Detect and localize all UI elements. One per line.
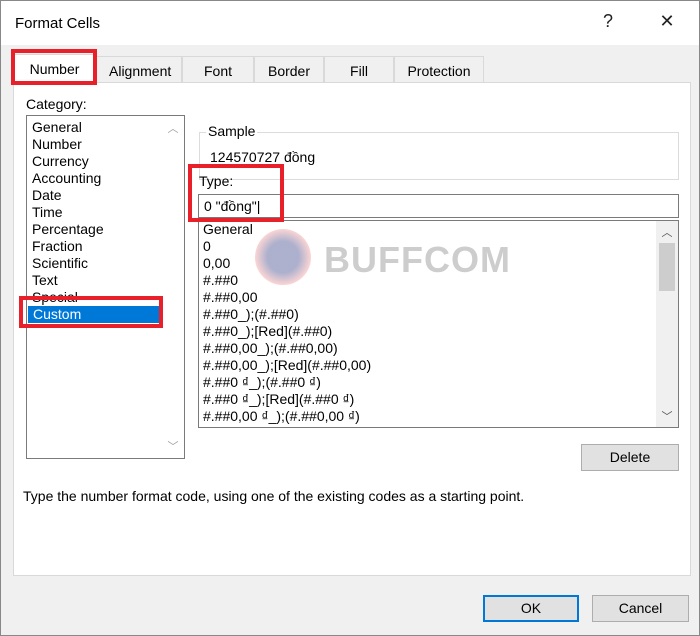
format-code-item[interactable]: #.##0,00 — [199, 289, 678, 306]
scroll-up-icon[interactable]: ︿ — [162, 120, 184, 136]
number-tab-panel: Category: General Number Currency Accountin… — [13, 82, 691, 576]
scroll-up-icon[interactable]: ︿ — [656, 224, 678, 240]
tab-alignment[interactable]: Alignment — [96, 56, 182, 82]
category-scrollbar[interactable]: ︿ ﹀ — [162, 116, 184, 458]
category-item-fraction[interactable]: Fraction — [27, 238, 184, 255]
category-item-general[interactable]: General — [27, 119, 184, 136]
category-item-accounting[interactable]: Accounting — [27, 170, 184, 187]
scroll-down-icon[interactable]: ﹀ — [656, 408, 678, 424]
dialog-title: Format Cells — [15, 15, 101, 32]
category-item-number[interactable]: Number — [27, 136, 184, 153]
category-item-scientific[interactable]: Scientific — [27, 255, 184, 272]
category-label: Category: — [26, 96, 87, 112]
sample-value: 124570727 đồng — [210, 149, 316, 165]
tab-border[interactable]: Border — [254, 56, 324, 82]
watermark-logo-icon — [255, 229, 311, 285]
tab-font[interactable]: Font — [182, 56, 254, 82]
format-code-item[interactable]: #.##0_);[Red](#.##0) — [199, 323, 678, 340]
format-code-item[interactable]: #.##0 ₫_);[Red](#.##0 ₫) — [199, 391, 678, 408]
format-scrollbar[interactable]: ︿ ﹀ — [656, 221, 678, 427]
title-bar: Format Cells ? ✕ — [1, 1, 699, 45]
ok-button[interactable]: OK — [483, 595, 579, 622]
highlight-number-tab — [11, 49, 97, 85]
category-item-percentage[interactable]: Percentage — [27, 221, 184, 238]
format-cells-dialog: Format Cells ? ✕ Number Alignment Font B… — [0, 0, 700, 636]
tab-fill[interactable]: Fill — [324, 56, 394, 82]
category-item-text[interactable]: Text — [27, 272, 184, 289]
scroll-thumb[interactable] — [659, 243, 675, 291]
format-code-item[interactable]: #.##0,00_);[Red](#.##0,00) — [199, 357, 678, 374]
watermark: BUFFCOM — [324, 239, 511, 280]
scroll-down-icon[interactable]: ﹀ — [162, 438, 184, 454]
category-item-time[interactable]: Time — [27, 204, 184, 221]
category-item-date[interactable]: Date — [27, 187, 184, 204]
format-code-item[interactable]: #.##0,00_);(#.##0,00) — [199, 340, 678, 357]
cancel-button[interactable]: Cancel — [592, 595, 689, 622]
description-text: Type the number format code, using one o… — [23, 488, 525, 504]
tab-protection[interactable]: Protection — [394, 56, 484, 82]
delete-button[interactable]: Delete — [581, 444, 679, 471]
category-item-currency[interactable]: Currency — [27, 153, 184, 170]
format-code-item[interactable]: #.##0 ₫_);(#.##0 ₫) — [199, 374, 678, 391]
close-button[interactable]: ✕ — [652, 11, 682, 32]
highlight-custom-category — [19, 296, 163, 328]
format-code-item[interactable]: #.##0_);(#.##0) — [199, 306, 678, 323]
help-button[interactable]: ? — [593, 11, 623, 32]
sample-label: Sample — [206, 123, 258, 139]
highlight-type-field — [188, 164, 284, 222]
category-list[interactable]: General Number Currency Accounting Date Time P… — [26, 115, 185, 459]
format-code-item[interactable]: #.##0,00 ₫_);(#.##0,00 ₫) — [199, 408, 678, 425]
